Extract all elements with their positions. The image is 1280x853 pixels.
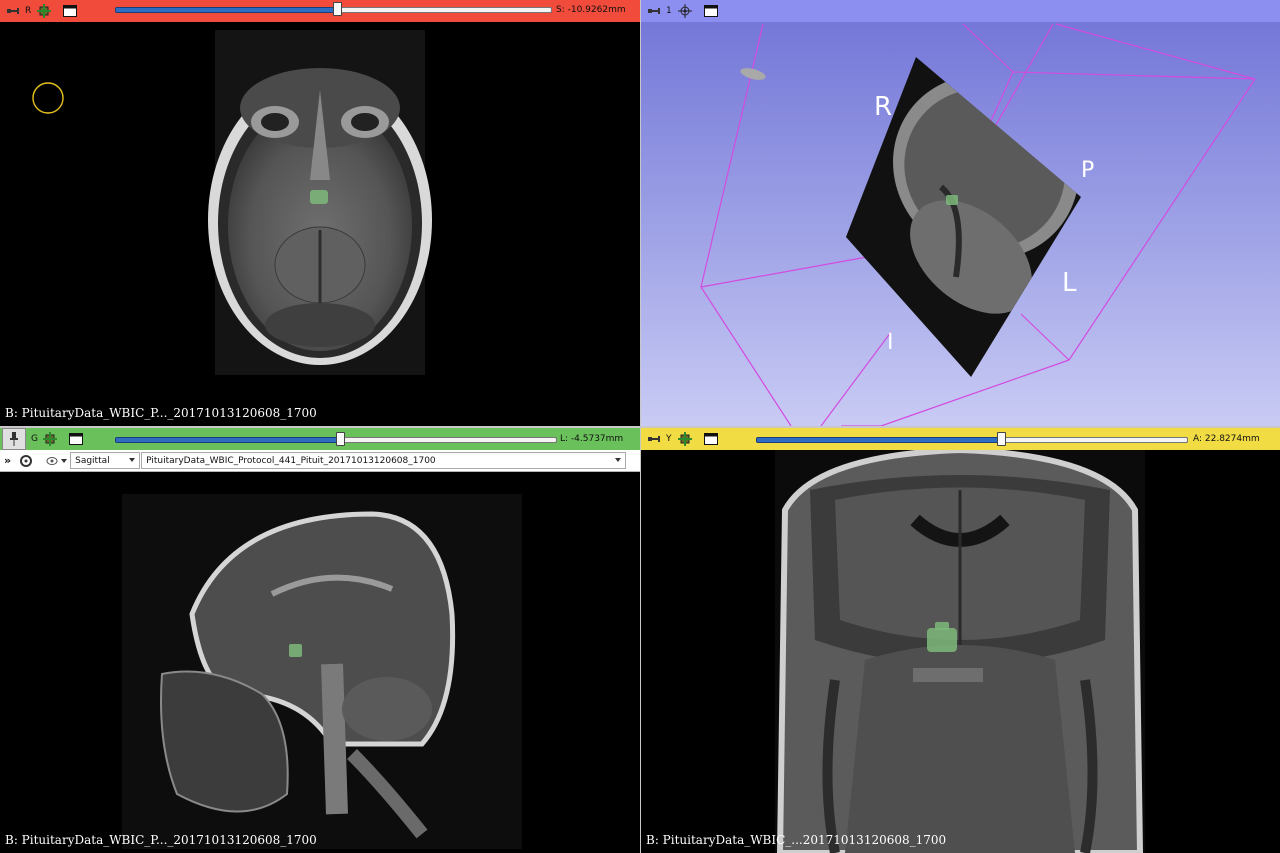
red-slice-view[interactable]: R S: -10.9262mm B: PituitaryData_WBIC_P.… [0, 0, 640, 426]
camera-eye-icon [740, 68, 766, 80]
slider-handle[interactable] [333, 2, 342, 16]
slice-offset-slider[interactable] [756, 432, 1188, 446]
background-volume-caption: B: PituitaryData_WBIC_P..._2017101312060… [5, 406, 317, 420]
pin-icon[interactable] [2, 428, 26, 450]
view-divider-horizontal [0, 426, 1280, 428]
chevron-down-icon[interactable] [61, 458, 68, 463]
eye-icon[interactable] [45, 454, 59, 468]
slice-offset-value: A: 22.8274mm [1193, 434, 1260, 444]
green-view-controller-bar: G L: -4.5737mm [0, 428, 640, 450]
slider-handle[interactable] [336, 432, 345, 446]
orientation-label-p: P [1081, 158, 1095, 183]
pin-icon[interactable] [6, 4, 20, 18]
background-volume-value: PituitaryData_WBIC_Protocol_441_Pituit_2… [146, 455, 436, 466]
3d-view[interactable]: 1 R P L I [641, 0, 1280, 426]
orientation-label-i: I [887, 330, 894, 355]
view-label: G [31, 434, 38, 444]
red-view-controller-bar: R S: -10.9262mm [0, 0, 640, 22]
center-view-icon[interactable] [678, 4, 692, 18]
slice-offset-value: L: -4.5737mm [560, 434, 624, 444]
slice-offset-value: S: -10.9262mm [556, 5, 626, 15]
3d-view-controller-bar: 1 [641, 0, 1280, 22]
chevron-down-icon [615, 458, 622, 462]
maximize-view-icon[interactable] [69, 432, 83, 446]
maximize-view-icon[interactable] [63, 4, 77, 18]
slider-handle[interactable] [997, 432, 1006, 446]
chevron-down-icon [129, 458, 136, 462]
orientation-selector[interactable]: Sagittal [70, 452, 141, 469]
link-icon[interactable] [678, 432, 692, 446]
orientation-label-r: R [874, 92, 893, 122]
yellow-slice-view[interactable]: Y A: 22.8274mm B: PituitaryData_WBIC_...… [641, 428, 1280, 853]
coronal-brain-slice [775, 450, 1145, 853]
background-volume-selector[interactable]: PituitaryData_WBIC_Protocol_441_Pituit_2… [141, 452, 627, 469]
maximize-view-icon[interactable] [704, 432, 718, 446]
sync-icon[interactable] [19, 454, 33, 468]
slice-offset-slider[interactable] [115, 2, 552, 16]
link-icon[interactable] [43, 432, 57, 446]
orientation-label-l: L [1062, 268, 1077, 298]
slice-offset-slider[interactable] [115, 432, 557, 446]
pin-icon[interactable] [647, 4, 661, 18]
view-label: R [25, 6, 32, 16]
background-volume-caption: B: PituitaryData_WBIC_P..._2017101312060… [5, 833, 317, 847]
link-icon[interactable] [37, 4, 51, 18]
pin-icon[interactable] [647, 432, 661, 446]
orientation-value: Sagittal [75, 455, 110, 466]
view-label: 1 [666, 6, 672, 16]
view-label: Y [666, 434, 672, 444]
green-view-extended-controls: » Sagittal PituitaryData_WBIC_Protocol_4… [0, 450, 640, 472]
yellow-view-controller-bar: Y A: 22.8274mm [641, 428, 1280, 450]
sagittal-brain-slice [122, 494, 527, 849]
axial-brain-slice [170, 30, 470, 375]
crosshair-cursor-icon [32, 82, 64, 114]
background-volume-caption: B: PituitaryData_WBIC_...20171013120608_… [646, 833, 947, 847]
green-slice-view[interactable]: G L: -4.5737mm » Sagittal PituitaryData_… [0, 428, 640, 853]
collapse-controls-button[interactable]: » [4, 454, 11, 467]
maximize-view-icon[interactable] [704, 4, 718, 18]
